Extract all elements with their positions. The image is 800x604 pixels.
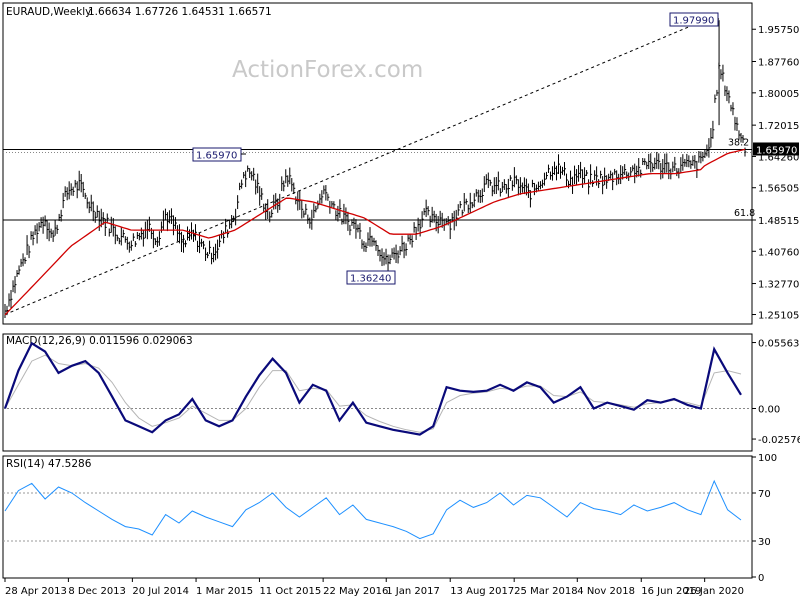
- x-tick-label: 11 Oct 2015: [259, 586, 321, 597]
- price-annotation-label: 1.97990: [673, 16, 714, 27]
- rsi-tick-label: 100: [758, 453, 777, 464]
- rsi-label: RSI(14) 47.5286: [6, 458, 92, 470]
- price-tick-label: 1.80005: [758, 89, 799, 100]
- x-tick-label: 8 Dec 2013: [68, 586, 126, 597]
- chart-marks: 1.251051.327701.407601.485151.565051.642…: [3, 12, 800, 597]
- current-price-label: 1.65970: [756, 145, 797, 156]
- price-tick-label: 1.72015: [758, 121, 799, 132]
- price-annotation-label: 1.36240: [350, 274, 391, 285]
- price-tick-label: 1.87760: [758, 58, 799, 69]
- price-tick-label: 1.56505: [758, 184, 799, 195]
- price-tick-label: 1.25105: [758, 311, 799, 322]
- macd-tick-label: 0.00: [758, 405, 780, 416]
- macd-tick-label: 0.055637: [758, 339, 800, 350]
- rsi-tick-label: 70: [758, 489, 771, 500]
- chart-window: ActionForex.com EURAUD,Weekly 1.66634 1.…: [0, 0, 800, 600]
- price-tick-label: 1.48515: [758, 216, 799, 227]
- symbol-label: EURAUD,Weekly: [6, 6, 91, 18]
- x-tick-label: 1 Jan 2017: [386, 586, 440, 597]
- price-tick-label: 1.95750: [758, 25, 799, 36]
- price-tick-label: 1.40760: [758, 247, 799, 258]
- price-tick-label: 1.32770: [758, 280, 799, 291]
- price-annotation-label: 1.65970: [196, 151, 237, 162]
- x-tick-label: 25 Mar 2018: [514, 586, 577, 597]
- fib-level-label: 61.8: [734, 208, 755, 219]
- x-tick-label: 4 Nov 2018: [577, 586, 635, 597]
- x-tick-label: 28 Apr 2013: [5, 586, 67, 597]
- x-tick-label: 26 Jan 2020: [684, 586, 744, 597]
- x-tick-label: 20 Jul 2014: [132, 586, 189, 597]
- rsi-tick-label: 30: [758, 537, 771, 548]
- macd-line: [3, 341, 742, 436]
- moving-average-line: [4, 148, 746, 316]
- macd-tick-label: -0.02576: [758, 435, 800, 446]
- macd-signal-line: [4, 354, 742, 433]
- macd-panel-frame: [2, 333, 753, 452]
- rsi-panel-frame: [2, 455, 753, 579]
- rsi-line: [4, 479, 742, 540]
- x-tick-label: 1 Mar 2015: [196, 586, 253, 597]
- watermark: ActionForex.com: [232, 57, 423, 83]
- x-tick-label: 22 May 2016: [323, 586, 388, 597]
- ohlc-readout: 1.66634 1.67726 1.64531 1.66571: [88, 6, 272, 18]
- chart-canvas: ActionForex.com EURAUD,Weekly 1.66634 1.…: [2, 2, 800, 597]
- x-tick-label: 13 Aug 2017: [450, 586, 514, 597]
- rsi-tick-label: 0: [758, 573, 764, 584]
